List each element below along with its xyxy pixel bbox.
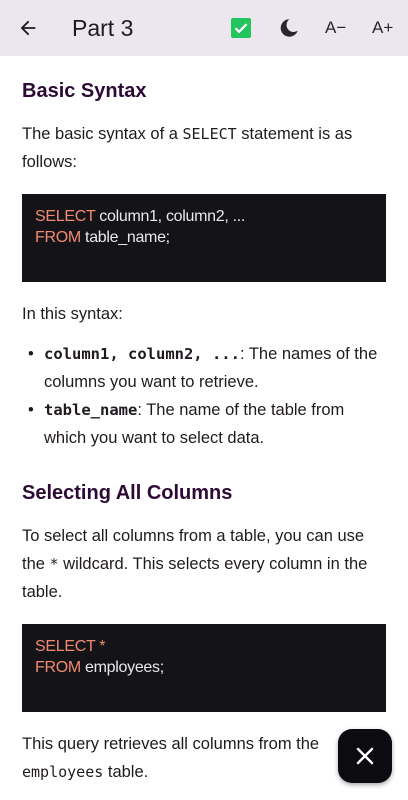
paragraph-text: The basic syntax of a [22,125,183,143]
code-text: employees; [80,659,164,676]
code-line: SELECT * [35,636,373,657]
code-keyword: SELECT [35,208,96,225]
paragraph-text: wildcard. This selects every column in t… [22,555,368,601]
paragraph-text: This query retrieves all columns from th… [22,735,320,753]
code-text: * [95,638,106,655]
list-item: • table_name: The name of the table from … [22,396,388,452]
back-button[interactable] [14,14,42,42]
bullet-icon: • [28,345,34,363]
code-keyword: FROM [35,229,81,246]
close-icon [356,747,374,765]
article-content: Basic Syntax The basic syntax of a SELEC… [22,56,388,786]
code-text: column1, column2, ... [95,208,246,225]
paragraph: To select all columns from a table, you … [22,522,388,606]
code-keyword: SELECT [35,638,96,655]
arrow-left-icon [20,20,36,36]
code-block[interactable]: SELECT * FROM employees; [22,624,386,712]
inline-code: SELECT [182,125,237,143]
code-block[interactable]: SELECT column1, column2, ... FROM table_… [22,194,386,282]
paragraph: This query retrieves all columns from th… [22,730,388,786]
increase-font-button[interactable]: A+ [372,16,393,40]
page-title: Part 3 [72,15,134,41]
paragraph: The basic syntax of a SELECT statement i… [22,120,388,176]
list-term: column1, column2, ... [44,345,240,363]
code-line: FROM table_name; [35,227,373,248]
moon-icon [280,19,298,37]
inline-code: employees [22,763,104,781]
list-term: table_name [44,401,138,419]
list-item: • column1, column2, ...: The names of the… [22,340,388,396]
close-button[interactable] [338,729,392,783]
decrease-font-button[interactable]: A− [325,16,346,40]
code-text: table_name; [80,229,170,246]
app-bar: Part 3 A− A+ [0,0,408,56]
section-heading: Basic Syntax [22,80,147,102]
paragraph: In this syntax: [22,305,123,323]
code-line: SELECT column1, column2, ... [35,206,373,227]
paragraph-text: table. [103,763,149,781]
checkbox-checked-icon [231,18,251,38]
mark-complete-button[interactable] [231,18,251,38]
code-keyword: FROM [35,659,81,676]
inline-code: * [49,555,59,573]
dark-mode-toggle[interactable] [278,17,300,39]
bullet-list: • column1, column2, ...: The names of the… [22,340,388,452]
code-line: FROM employees; [35,657,373,678]
section-heading: Selecting All Columns [22,482,233,504]
bullet-icon: • [28,401,34,419]
